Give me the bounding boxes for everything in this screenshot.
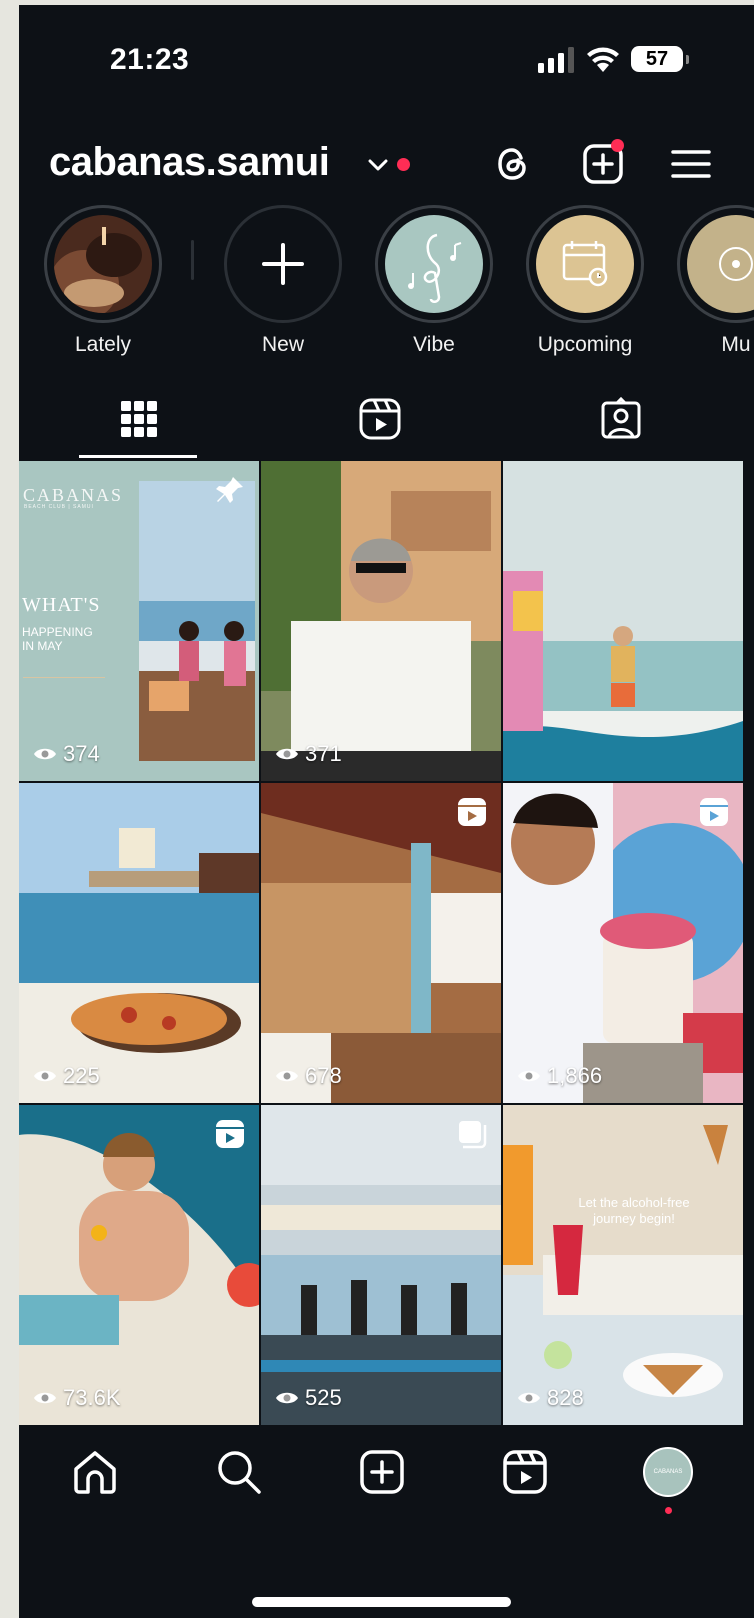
view-count-value: 1,866 (547, 1063, 603, 1088)
eye-icon (518, 1070, 540, 1082)
notification-dot (397, 158, 410, 171)
divider (23, 677, 105, 678)
status-time: 21:23 (110, 43, 190, 76)
reel-icon (458, 798, 486, 826)
profile-avatar[interactable]: CABANAS (643, 1447, 693, 1497)
home-indicator[interactable] (252, 1597, 511, 1607)
post-subline: IN MAY (22, 639, 63, 653)
eye-icon (518, 1392, 540, 1404)
bottom-navigation: CABANAS (19, 1427, 754, 1618)
username-switcher[interactable]: cabanas.samui (49, 140, 330, 185)
eye-icon (34, 1392, 56, 1404)
view-count: 828 (517, 1385, 584, 1411)
music-icon (687, 215, 754, 313)
posts-grid: CABANAS BEACH CLUB | SAMUI WHAT'S HAPPEN… (19, 461, 754, 1427)
phone-screen: 21:23 57 cabanas.samui Lately New Vibe U… (19, 5, 754, 1618)
calendar-icon (536, 215, 634, 313)
reel-icon (216, 1120, 244, 1148)
view-count: 1,866 (517, 1063, 602, 1089)
story-highlights: Lately New Vibe Upcoming Mu (19, 205, 754, 357)
view-count: 525 (275, 1385, 342, 1411)
carousel-icon (459, 1121, 487, 1149)
plus-icon (234, 215, 332, 313)
highlight-label: Vibe (413, 333, 455, 356)
view-count: 374 (33, 741, 100, 767)
post-tile[interactable]: Let the alcohol-free journey begin! 828 (503, 1105, 743, 1425)
view-count-value: 828 (547, 1385, 584, 1410)
view-count-value: 225 (63, 1063, 100, 1088)
post-caption: journey begin! (593, 1211, 675, 1226)
view-count: 73.6K (33, 1385, 121, 1411)
eye-icon (276, 1070, 298, 1082)
highlight-label: New (261, 333, 304, 356)
post-subline: HAPPENING (22, 625, 93, 639)
tagged-icon[interactable] (597, 395, 645, 443)
create-icon[interactable] (357, 1447, 407, 1497)
post-tile[interactable]: 225 (19, 783, 259, 1103)
profile-tabs (19, 385, 754, 460)
eye-icon (276, 1392, 298, 1404)
view-count-value: 371 (305, 741, 342, 766)
post-tile[interactable]: 1,866 (503, 783, 743, 1103)
highlight-ring (44, 205, 162, 323)
post-tile[interactable]: CABANAS BEACH CLUB | SAMUI WHAT'S HAPPEN… (19, 461, 259, 781)
view-count: 371 (275, 741, 342, 767)
profile-header: cabanas.samui (19, 130, 754, 200)
eye-icon (34, 748, 56, 760)
highlight-cover (54, 215, 152, 313)
new-post-notification-dot (611, 139, 624, 152)
highlight-label: Lately (74, 333, 132, 356)
reels-icon[interactable] (356, 395, 404, 443)
brand-logo-text: CABANAS (23, 485, 124, 505)
highlight-ring (677, 205, 754, 323)
highlight-vibe[interactable]: Vibe (373, 205, 495, 357)
signal-icon (538, 47, 574, 73)
post-headline: WHAT'S (22, 594, 101, 616)
brand-subtitle: BEACH CLUB | SAMUI (24, 504, 94, 510)
eye-icon (276, 748, 298, 760)
view-count-value: 678 (305, 1063, 342, 1088)
active-tab-indicator (79, 455, 197, 458)
wifi-icon (587, 47, 619, 72)
highlight-ring (224, 205, 342, 323)
reel-icon (700, 798, 728, 826)
highlight-label: Upcoming (537, 333, 633, 356)
home-icon[interactable] (70, 1447, 120, 1497)
status-bar: 21:23 57 (19, 5, 754, 115)
eye-icon (34, 1070, 56, 1082)
reels-icon[interactable] (500, 1447, 550, 1497)
pin-icon (216, 477, 243, 503)
post-caption: Let the alcohol-free (578, 1195, 690, 1210)
view-count: 678 (275, 1063, 342, 1089)
view-count: 225 (33, 1063, 100, 1089)
highlight-ring (375, 205, 493, 323)
battery-indicator: 57 (631, 46, 689, 72)
post-tile[interactable]: 73.6K (19, 1105, 259, 1425)
grid-icon[interactable] (115, 395, 163, 443)
view-count-value: 525 (305, 1385, 342, 1410)
highlight-label: Mu (721, 333, 751, 356)
chevron-down-icon[interactable] (367, 156, 389, 174)
menu-icon[interactable] (669, 142, 713, 186)
threads-icon[interactable] (491, 142, 535, 186)
post-tile[interactable]: 525 (261, 1105, 501, 1425)
view-count-value: 73.6K (63, 1385, 121, 1410)
music-note-icon (385, 215, 483, 313)
highlight-new[interactable]: New (222, 205, 344, 357)
highlight-ring (526, 205, 644, 323)
highlight-upcoming[interactable]: Upcoming (524, 205, 646, 357)
search-icon[interactable] (214, 1447, 264, 1497)
post-tile[interactable]: 371 (261, 461, 501, 781)
post-tile[interactable] (503, 461, 743, 781)
post-tile[interactable]: 678 (261, 783, 501, 1103)
highlight-divider (191, 240, 194, 280)
view-count-value: 374 (63, 741, 100, 766)
notification-dot (665, 1507, 672, 1514)
highlight-lately[interactable]: Lately (42, 205, 164, 357)
highlight-mu[interactable]: Mu (675, 205, 754, 357)
